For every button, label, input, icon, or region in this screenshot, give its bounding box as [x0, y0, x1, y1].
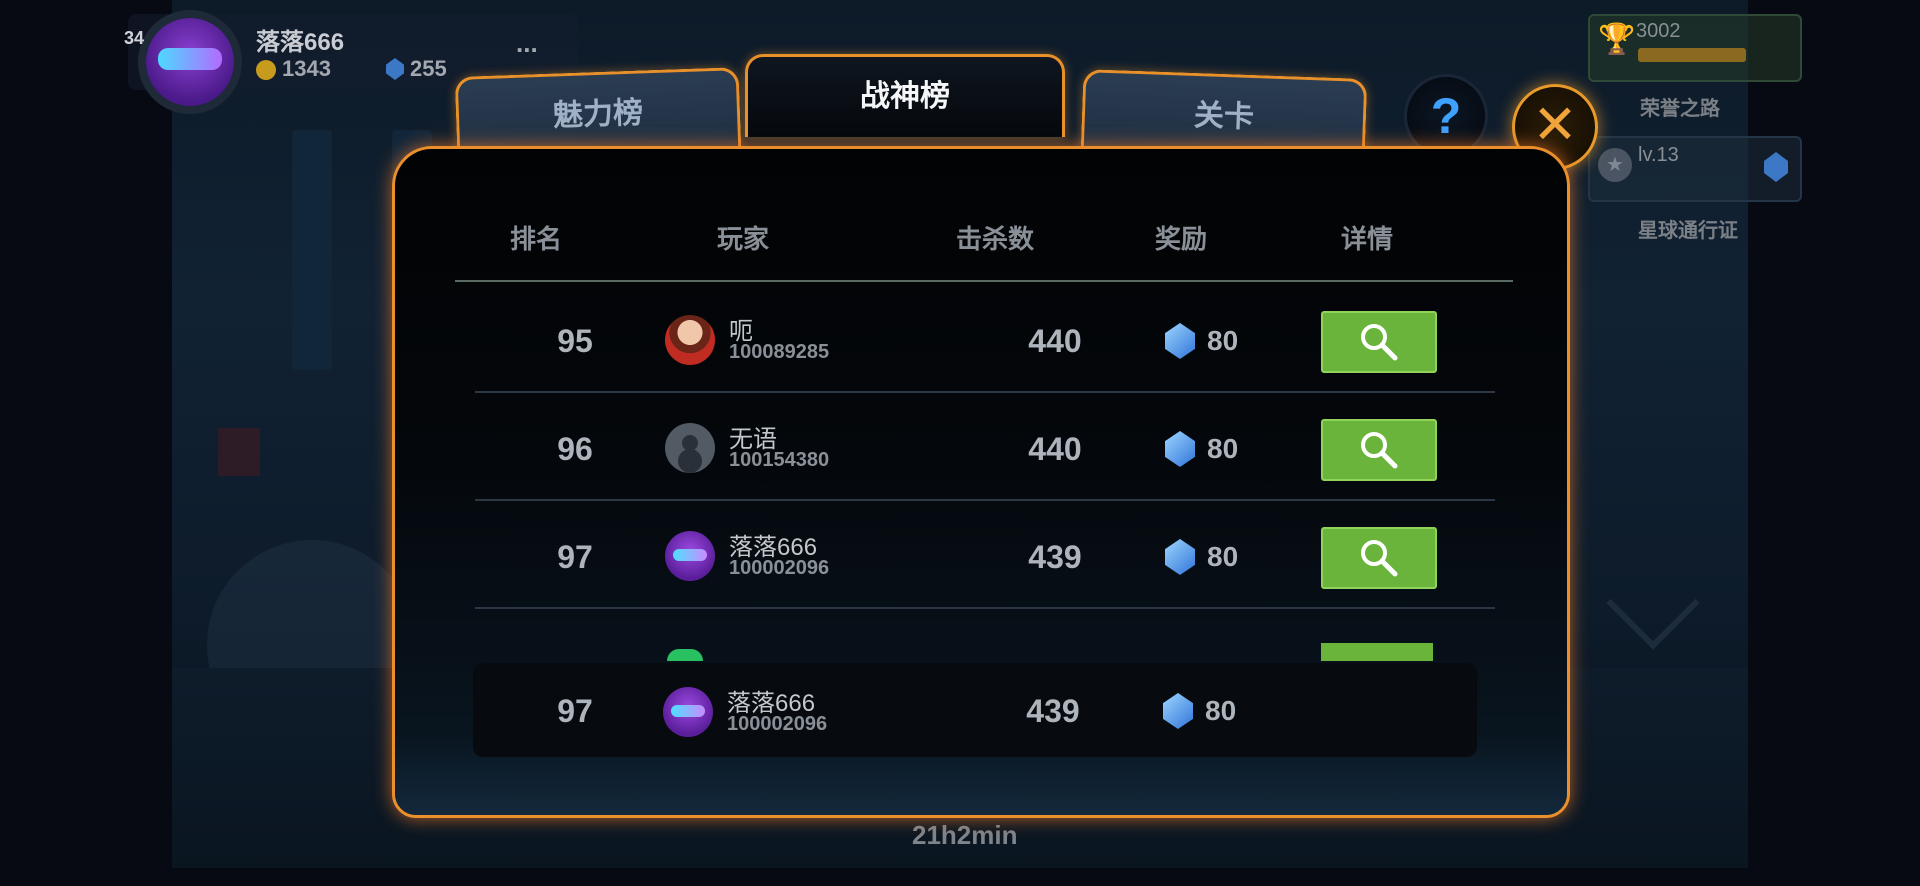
gem-icon — [1165, 431, 1195, 467]
coin-icon — [256, 60, 276, 80]
detail-button[interactable] — [1321, 419, 1437, 481]
pass-label[interactable]: 星球通行证 — [1638, 214, 1738, 243]
pass-level: lv.13 — [1638, 144, 1679, 166]
coin-count: 1343 — [282, 56, 331, 81]
close-icon: ✕ — [1532, 95, 1578, 155]
row-reward: 80 — [1207, 541, 1239, 572]
table-row: 97 落落666 100002096 439 80 — [475, 501, 1495, 609]
player-avatar — [667, 649, 703, 661]
header-reward: 奖励 — [1154, 224, 1207, 254]
player-level: 34 — [124, 28, 145, 48]
player-avatar[interactable] — [146, 18, 234, 106]
my-avatar — [663, 687, 713, 737]
leaderboard-panel: 排名 玩家 击杀数 奖励 详情 95 呃 100089285 440 80 96… — [392, 146, 1570, 818]
detail-button[interactable] — [1321, 643, 1433, 661]
my-rank: 97 — [557, 693, 593, 729]
player-name: 落落666 — [256, 29, 345, 56]
gem-count: 255 — [410, 56, 447, 81]
default-avatar-icon[interactable] — [665, 423, 715, 473]
row-player-id: 100089285 — [729, 341, 830, 363]
goggle-icon — [158, 48, 222, 70]
row-player-id: 100154380 — [729, 449, 830, 471]
trophy-icon: 🏆 — [1598, 23, 1636, 56]
row-rank: 96 — [557, 431, 593, 467]
honor-progress-bar — [1638, 48, 1746, 62]
player-avatar[interactable] — [665, 315, 715, 365]
row-reward: 80 — [1207, 433, 1239, 464]
row-kills: 440 — [1028, 323, 1082, 359]
table-row: 96 无语 100154380 440 80 — [475, 393, 1495, 501]
row-player-id: 100002096 — [729, 557, 830, 579]
countdown-timer: 21h2min — [912, 820, 1018, 850]
row-reward: 80 — [1207, 325, 1239, 356]
more-button[interactable]: ... — [516, 28, 538, 59]
my-reward: 80 — [1205, 695, 1237, 726]
search-icon — [1361, 432, 1398, 469]
gem-icon — [1165, 323, 1195, 359]
star-icon: ★ — [1598, 148, 1632, 182]
tab-warrior[interactable]: 战神榜 — [745, 54, 1065, 137]
my-kills: 439 — [1026, 693, 1080, 729]
header-player: 玩家 — [716, 224, 769, 254]
bg-object — [218, 428, 260, 476]
gem-icon — [1165, 539, 1195, 575]
row-kills: 440 — [1028, 431, 1082, 467]
detail-button[interactable] — [1321, 527, 1437, 589]
header-divider — [455, 280, 1513, 282]
bg-pillar — [292, 130, 332, 370]
gem-icon — [1163, 693, 1193, 729]
search-icon — [1361, 324, 1398, 361]
row-divider — [475, 607, 1495, 609]
header-kills: 击杀数 — [955, 224, 1034, 254]
header-detail: 详情 — [1340, 224, 1393, 254]
player-avatar[interactable] — [665, 531, 715, 581]
detail-button[interactable] — [1321, 311, 1437, 373]
honor-score: 3002 — [1636, 20, 1681, 42]
honor-label[interactable]: 荣誉之路 — [1640, 92, 1720, 121]
my-id: 100002096 — [727, 713, 828, 735]
my-rank-row: 97 落落666 100002096 439 80 — [473, 663, 1477, 757]
search-icon — [1361, 540, 1398, 577]
table-row: 95 呃 100089285 440 80 — [475, 285, 1495, 393]
row-rank: 95 — [557, 323, 593, 359]
row-kills: 439 — [1028, 539, 1082, 575]
row-rank: 97 — [557, 539, 593, 575]
header-rank: 排名 — [509, 224, 562, 254]
